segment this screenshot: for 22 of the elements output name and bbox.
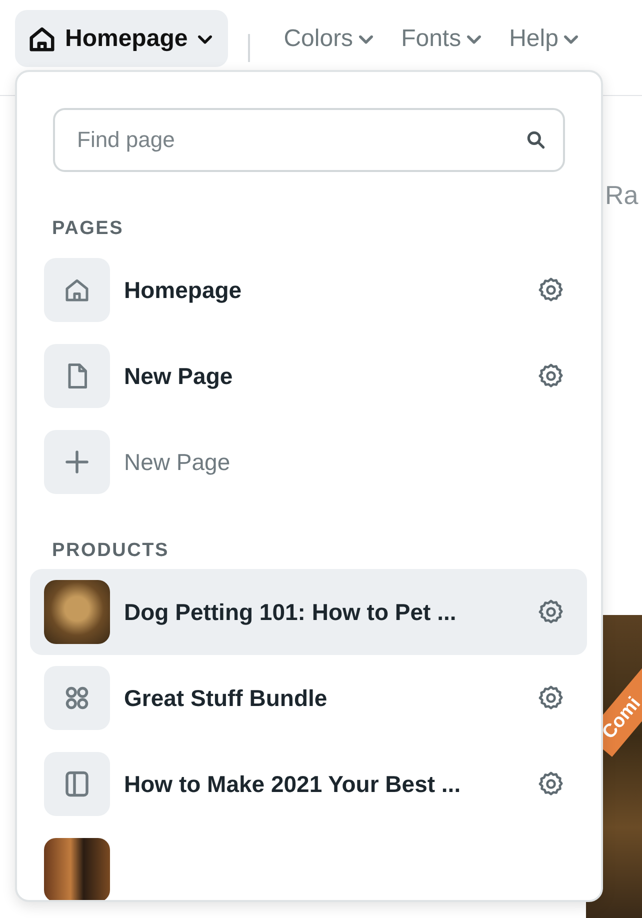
search-field[interactable]: Find page	[53, 108, 565, 172]
section-heading: PRODUCTS	[52, 540, 170, 562]
menu-button[interactable]: Colors	[274, 10, 380, 67]
settings-icon[interactable]	[537, 276, 565, 304]
search-icon	[525, 129, 547, 151]
page-list-item[interactable]: How to Make 2021 Your Best ...	[30, 752, 587, 816]
settings-icon[interactable]	[537, 362, 565, 390]
page-switcher-button[interactable]: Homepage	[15, 10, 228, 67]
page-list-item[interactable]: Dog Petting 101: How to Pet ...	[30, 569, 587, 655]
settings-icon[interactable]	[537, 770, 565, 798]
section-heading: PAGES	[52, 218, 125, 240]
settings-icon[interactable]	[537, 684, 565, 712]
page-list-item[interactable]: New Page	[30, 344, 587, 408]
page-list-item[interactable]: Homepage	[30, 258, 587, 322]
page-list-item[interactable]: Great Stuff Bundle	[30, 666, 587, 730]
settings-icon[interactable]	[537, 598, 565, 626]
photo-placeholder	[44, 580, 110, 644]
page-list-item[interactable]: New Page	[30, 430, 587, 494]
menu-button[interactable]: Help	[499, 10, 584, 67]
photo-placeholder	[44, 838, 110, 900]
page-heading: Ra	[605, 180, 638, 211]
menu-button[interactable]: Fonts	[391, 10, 488, 67]
